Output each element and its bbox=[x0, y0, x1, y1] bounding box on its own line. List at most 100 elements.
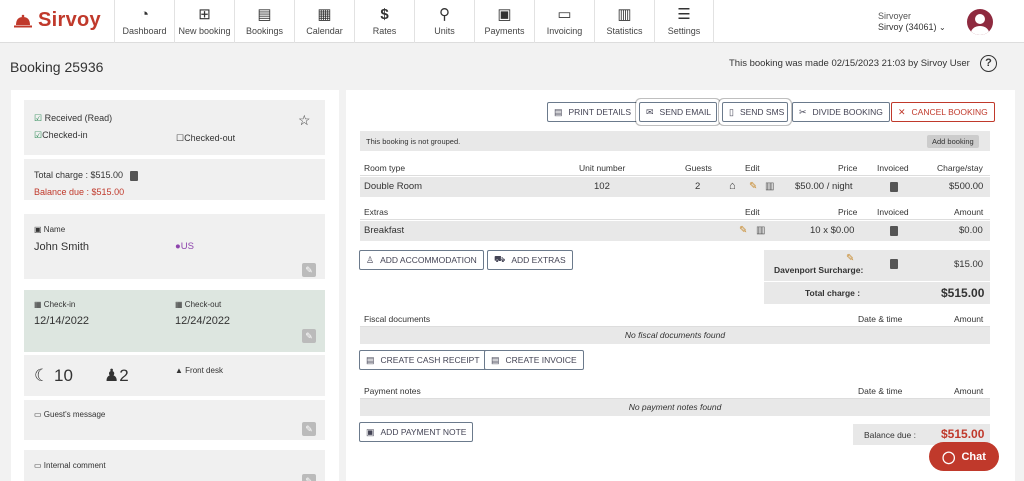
internal-comment-label: Internal comment bbox=[43, 461, 106, 470]
document-icon[interactable] bbox=[129, 170, 138, 181]
top-header: Sirvoy ◔ Dashboard ⊞ New booking ▤ Bookings… bbox=[0, 0, 1024, 43]
checkedout-label: Checked-out bbox=[184, 133, 236, 143]
trash-icon[interactable]: ▥ bbox=[765, 181, 774, 192]
nav-statistics[interactable]: ▥ Statistics bbox=[594, 0, 654, 43]
col-edit: Edit bbox=[745, 207, 760, 217]
extras-header: Extras Edit Price Invoiced Amount bbox=[360, 204, 990, 220]
settings-icon: ☰ bbox=[677, 6, 691, 23]
guest-name: John Smith bbox=[34, 241, 90, 253]
cancel-booking-button[interactable]: ✕ CANCEL BOOKING bbox=[891, 102, 995, 122]
nav-units[interactable]: ⚲ Units bbox=[414, 0, 474, 43]
nav-bookings[interactable]: ▤ Bookings bbox=[234, 0, 294, 43]
nav-invoicing[interactable]: ▭ Invoicing bbox=[534, 0, 594, 43]
nav-settings[interactable]: ☰ Settings bbox=[654, 0, 714, 43]
guest-box: ▣ Name John Smith ●US ✎ bbox=[24, 214, 325, 279]
add-extras-button[interactable]: ⛟ ADD EXTRAS bbox=[487, 250, 573, 270]
edit-dates-icon[interactable]: ✎ bbox=[302, 329, 316, 343]
fiscal-empty-text: No fiscal documents found bbox=[624, 330, 726, 340]
nav-label: New booking bbox=[178, 26, 231, 36]
cancel-label: CANCEL BOOKING bbox=[911, 107, 988, 117]
help-icon[interactable]: ? bbox=[980, 55, 997, 72]
printer-icon: ▤ bbox=[554, 106, 563, 117]
col-amount: Amount bbox=[954, 207, 984, 217]
new-booking-icon: ⊞ bbox=[198, 6, 211, 23]
col-extras: Extras bbox=[364, 207, 389, 217]
chat-button[interactable]: ◯ Chat bbox=[929, 442, 999, 471]
print-details-button[interactable]: ▤ PRINT DETAILS bbox=[547, 102, 639, 122]
email-label: SEND EMAIL bbox=[659, 107, 712, 117]
create-invoice-label: CREATE INVOICE bbox=[505, 355, 577, 365]
invoice-document-icon[interactable] bbox=[890, 259, 898, 269]
col-date-time: Date & time bbox=[858, 314, 903, 324]
nav-label: Units bbox=[434, 26, 455, 36]
avatar[interactable] bbox=[967, 9, 993, 35]
group-bar: This booking is not grouped. Add booking bbox=[360, 131, 990, 151]
divide-label: DIVIDE BOOKING bbox=[812, 107, 883, 117]
total-charge-label: Total charge : bbox=[805, 288, 861, 298]
edit-guest-icon[interactable]: ✎ bbox=[302, 263, 316, 277]
receipt-icon: ▤ bbox=[366, 354, 375, 365]
nav-label: Rates bbox=[372, 26, 397, 36]
user-menu[interactable]: Sirvoyer Sirvoy (34061) ⌄ bbox=[878, 11, 946, 33]
nav-new-booking[interactable]: ⊞ New booking bbox=[174, 0, 234, 43]
star-icon[interactable]: ☆ bbox=[298, 112, 311, 129]
col-date-time: Date & time bbox=[858, 386, 903, 396]
guests-cell: 2 bbox=[695, 181, 701, 192]
add-booking-button[interactable]: Add booking bbox=[927, 135, 979, 148]
nav-rates[interactable]: $ Rates bbox=[354, 0, 414, 43]
front-desk-label: Front desk bbox=[185, 366, 223, 375]
add-accommodation-button[interactable]: ♙ ADD ACCOMMODATION bbox=[359, 250, 484, 270]
payments-icon: ▣ bbox=[497, 6, 512, 23]
nav-dashboard[interactable]: ◔ Dashboard bbox=[114, 0, 174, 43]
col-invoiced: Invoiced bbox=[877, 163, 909, 173]
nav-payments[interactable]: ▣ Payments bbox=[474, 0, 534, 43]
money-icon: ▣ bbox=[366, 426, 375, 437]
nav-calendar[interactable]: ▦ Calendar bbox=[294, 0, 354, 43]
nav-label: Calendar bbox=[306, 26, 343, 36]
main-nav: ◔ Dashboard ⊞ New booking ▤ Bookings ▦ Calen… bbox=[114, 0, 714, 43]
pencil-icon[interactable]: ✎ bbox=[846, 253, 854, 264]
invoice-document-icon[interactable] bbox=[890, 226, 898, 236]
checkout-label: Check-out bbox=[184, 300, 222, 309]
checkin-date: 12/14/2022 bbox=[34, 315, 90, 327]
col-charge-stay: Charge/stay bbox=[937, 163, 983, 173]
trash-icon[interactable]: ▥ bbox=[756, 225, 765, 236]
edit-comment-icon[interactable]: ✎ bbox=[302, 474, 316, 481]
invoice-document-icon[interactable] bbox=[890, 182, 898, 192]
app-name: Sirvoy bbox=[38, 9, 101, 31]
rooms-header: Room type Unit number Guests Edit Price … bbox=[360, 160, 990, 176]
dashboard-icon: ◔ bbox=[139, 6, 150, 23]
bookings-icon: ▤ bbox=[257, 6, 272, 23]
create-cash-receipt-button[interactable]: ▤ CREATE CASH RECEIPT bbox=[359, 350, 487, 370]
checkedin-label: Checked-in bbox=[42, 130, 88, 140]
room-type-cell: Double Room bbox=[364, 181, 423, 192]
home-icon[interactable]: ⌂ bbox=[729, 180, 736, 192]
booking-summary-panel: ☑ Received (Read) ☑Checked-in ☐Checked-o… bbox=[11, 90, 339, 481]
charge-cell: $500.00 bbox=[949, 181, 984, 192]
user-role: Sirvoyer bbox=[878, 11, 912, 21]
checkedin-checkbox[interactable]: ☑Checked-in bbox=[34, 130, 88, 141]
name-label: Name bbox=[43, 225, 66, 234]
received-checkbox[interactable]: ☑ Received (Read) bbox=[34, 113, 112, 124]
payment-empty-text: No payment notes found bbox=[628, 402, 722, 412]
create-invoice-button[interactable]: ▤ CREATE INVOICE bbox=[484, 350, 584, 370]
add-accommodation-label: ADD ACCOMMODATION bbox=[380, 255, 477, 265]
nav-label: Invoicing bbox=[546, 26, 583, 36]
pencil-icon[interactable]: ✎ bbox=[749, 181, 757, 192]
pencil-icon[interactable]: ✎ bbox=[739, 225, 747, 236]
statistics-icon: ▥ bbox=[617, 6, 632, 23]
add-payment-note-button[interactable]: ▣ ADD PAYMENT NOTE bbox=[359, 422, 474, 442]
edit-message-icon[interactable]: ✎ bbox=[302, 422, 316, 436]
col-invoiced: Invoiced bbox=[877, 207, 909, 217]
send-sms-button[interactable]: ▯ SEND SMS bbox=[719, 99, 791, 125]
calendar-small-icon: ▦ bbox=[175, 300, 183, 309]
extra-price-cell: 10 x $0.00 bbox=[810, 225, 855, 236]
group-text: This booking is not grouped. bbox=[366, 137, 461, 146]
checkedout-checkbox[interactable]: ☐Checked-out bbox=[176, 133, 235, 144]
payment-notes-title: Payment notes bbox=[364, 386, 421, 396]
send-email-button[interactable]: ✉ SEND EMAIL bbox=[636, 99, 720, 125]
logo[interactable]: Sirvoy bbox=[14, 9, 101, 32]
create-receipt-label: CREATE CASH RECEIPT bbox=[380, 355, 480, 365]
fiscal-title: Fiscal documents bbox=[364, 314, 431, 324]
divide-booking-button[interactable]: ✂ DIVIDE BOOKING bbox=[792, 102, 890, 122]
